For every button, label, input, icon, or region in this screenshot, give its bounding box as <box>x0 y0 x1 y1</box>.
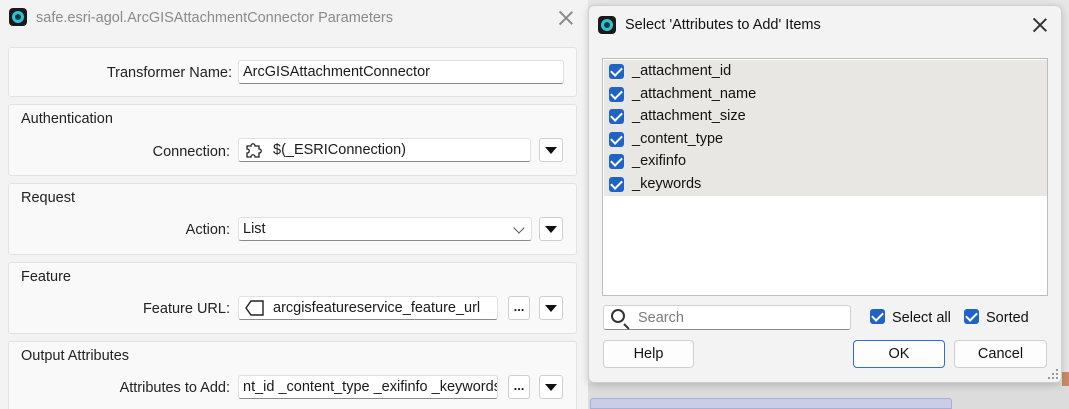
transformer-name-input[interactable]: ArcGISAttachmentConnector <box>238 60 564 84</box>
feature-group: Feature Feature URL: arcgisfeatureservic… <box>8 262 577 334</box>
select-all-label: Select all <box>892 310 951 326</box>
feature-url-label: Feature URL: <box>142 301 230 317</box>
list-item-label: _attachment_size <box>632 108 746 125</box>
connection-label: Connection: <box>152 144 230 160</box>
select-all-checkbox[interactable] <box>870 309 885 324</box>
feature-title: Feature <box>21 269 71 285</box>
authentication-title: Authentication <box>21 111 113 127</box>
search-input[interactable]: Search <box>603 305 851 330</box>
attributes-browse-button[interactable]: ... <box>508 375 530 399</box>
checkbox[interactable] <box>609 177 624 192</box>
list-item-label: _attachment_id <box>632 63 732 79</box>
list-item[interactable]: _keywords <box>604 173 1047 196</box>
chevron-down-icon <box>513 222 525 234</box>
attribute-value-icon <box>245 300 264 316</box>
select-items-dialog: Select 'Attributes to Add' Items _attach… <box>588 5 1062 383</box>
list-item-label: _content_type <box>632 130 724 147</box>
checkbox[interactable] <box>609 109 624 125</box>
transformer-name-group: Transformer Name: ArcGISAttachmentConnec… <box>8 47 577 97</box>
background-transformer <box>590 398 952 409</box>
background-connector <box>1062 372 1069 386</box>
action-value: List <box>243 221 266 237</box>
attributes-menu-button[interactable] <box>539 375 563 399</box>
checkbox[interactable] <box>609 64 624 79</box>
feature-url-value: arcgisfeatureservice_feature_url <box>273 300 481 316</box>
fme-app-icon <box>9 8 27 26</box>
list-item-label: _keywords <box>632 176 702 192</box>
dialog-title: Select 'Attributes to Add' Items <box>625 17 821 33</box>
checkbox[interactable] <box>609 86 624 102</box>
output-attributes-title: Output Attributes <box>21 348 130 364</box>
request-group: Request Action: List <box>8 183 577 255</box>
transformer-name-label: Transformer Name: <box>106 65 232 81</box>
request-title: Request <box>21 190 76 206</box>
action-select[interactable]: List <box>238 217 532 241</box>
window-title: safe.esri-agol.ArcGISAttachmentConnector… <box>36 10 394 26</box>
help-button[interactable]: Help <box>603 340 694 368</box>
list-item[interactable]: _content_type <box>604 127 1047 151</box>
list-item-label: _exifinfo <box>632 153 687 170</box>
list-item[interactable]: _attachment_id <box>604 60 1047 83</box>
list-item[interactable]: _attachment_name <box>604 82 1047 106</box>
action-label: Action: <box>185 222 230 238</box>
puzzle-icon <box>246 143 262 158</box>
list-item[interactable]: _exifinfo <box>604 150 1047 173</box>
fme-app-icon <box>598 16 616 34</box>
parameters-window: safe.esri-agol.ArcGISAttachmentConnector… <box>0 0 588 409</box>
attributes-list[interactable]: _attachment_id _attachment_name _attachm… <box>602 58 1048 296</box>
ok-button[interactable]: OK <box>853 340 945 368</box>
close-icon[interactable] <box>556 8 576 28</box>
feature-url-browse-button[interactable]: ... <box>508 296 530 320</box>
list-item[interactable]: _attachment_size <box>604 105 1047 128</box>
search-icon <box>611 309 625 323</box>
close-icon[interactable] <box>1030 15 1050 35</box>
authentication-group: Authentication Connection: $(_ESRIConnec… <box>8 104 577 176</box>
cancel-button[interactable]: Cancel <box>954 340 1047 368</box>
action-menu-button[interactable] <box>539 217 563 241</box>
list-item-label: _attachment_name <box>632 85 757 102</box>
title-bar: safe.esri-agol.ArcGISAttachmentConnector… <box>0 0 588 36</box>
sorted-checkbox[interactable] <box>964 309 979 324</box>
feature-url-input[interactable]: arcgisfeatureservice_feature_url <box>238 296 498 320</box>
checkbox[interactable] <box>609 131 624 147</box>
checkbox[interactable] <box>609 154 624 170</box>
connection-input[interactable]: $(_ESRIConnection) <box>238 138 531 162</box>
sorted-label: Sorted <box>986 310 1029 326</box>
attributes-to-add-label: Attributes to Add: <box>119 380 230 396</box>
resize-grip-icon[interactable] <box>1048 369 1058 379</box>
search-placeholder: Search <box>638 310 684 326</box>
connection-menu-button[interactable] <box>539 138 563 162</box>
attributes-to-add-input[interactable]: nt_id _content_type _exifinfo _keywords <box>238 375 498 399</box>
connection-value: $(_ESRIConnection) <box>273 142 406 158</box>
output-attributes-group: Output Attributes Attributes to Add: nt_… <box>8 341 577 409</box>
feature-url-menu-button[interactable] <box>539 296 563 320</box>
